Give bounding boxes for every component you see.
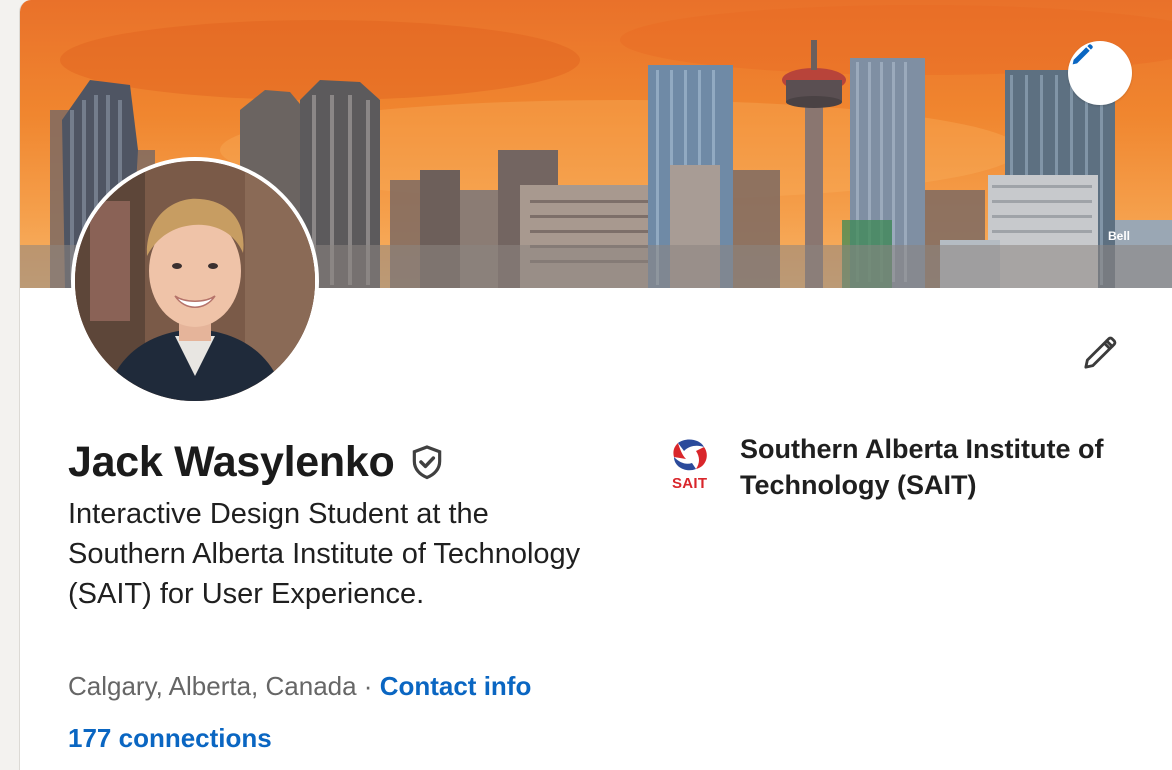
- profile-photo[interactable]: [71, 157, 319, 405]
- profile-headline: Interactive Design Student at the Southe…: [68, 498, 581, 610]
- profile-card: Bell Jack Wasylenko Interactive Design S…: [19, 0, 1172, 770]
- sait-logo-text: SAIT: [672, 475, 708, 492]
- sait-logo-mark: [673, 439, 707, 471]
- connections-link[interactable]: 177 connections: [68, 720, 272, 756]
- location-separator: ·: [356, 671, 380, 701]
- profile-name: Jack Wasylenko: [68, 438, 395, 486]
- profile-location: Calgary, Alberta, Canada: [68, 671, 357, 701]
- contact-info-link[interactable]: Contact info: [380, 671, 532, 701]
- banner-watermark: Bell: [1108, 229, 1130, 243]
- name-row: Jack Wasylenko: [68, 433, 446, 491]
- education-school-name: Southern Alberta Institute of Technology…: [740, 434, 1104, 500]
- pencil-icon: [1072, 44, 1093, 65]
- location-row: Calgary, Alberta, Canada · Contact info: [68, 668, 531, 704]
- verified-shield-icon[interactable]: [408, 442, 446, 482]
- sait-logo: SAIT: [670, 437, 712, 495]
- pencil-icon: [1084, 336, 1117, 369]
- profile-photo-image: [75, 161, 315, 401]
- education-entry[interactable]: SAIT Southern Alberta Institute of Techn…: [670, 431, 1120, 503]
- edit-intro-button[interactable]: [1072, 325, 1128, 381]
- edit-banner-button[interactable]: [1068, 41, 1132, 105]
